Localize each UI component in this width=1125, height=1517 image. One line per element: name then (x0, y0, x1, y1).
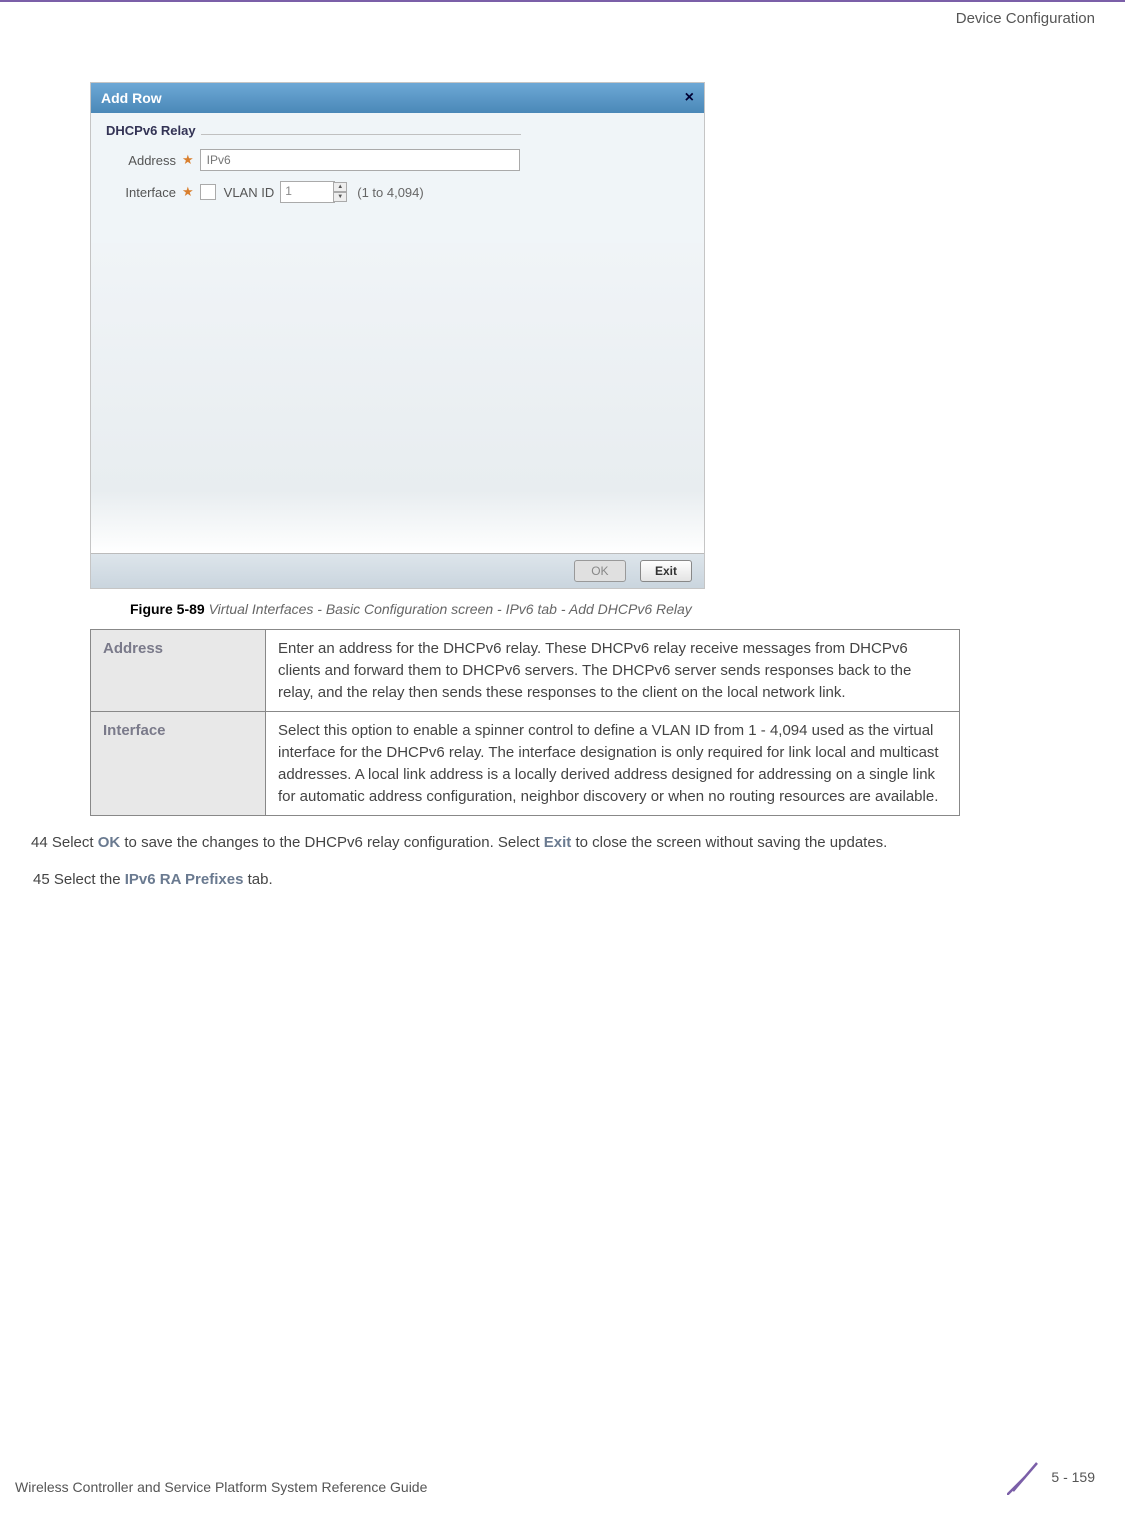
page-content: Add Row × DHCPv6 Relay Address ★ Interfa… (0, 27, 1125, 921)
step-44: 44 Select OK to save the changes to the … (30, 832, 1065, 855)
exit-keyword: Exit (544, 834, 572, 851)
modal-header: Add Row × (91, 83, 704, 113)
ok-button[interactable]: OK (574, 560, 625, 582)
page-number: 5 - 159 (1051, 1469, 1095, 1485)
ipv6-ra-prefixes-keyword: IPv6 RA Prefixes (125, 871, 244, 888)
step-44-pre: 44 Select (31, 834, 98, 851)
interface-checkbox[interactable] (200, 184, 216, 200)
modal-spacer (91, 243, 704, 553)
page-number-block: 5 - 159 (1007, 1459, 1095, 1495)
row-interface: Interface ★ VLAN ID 1 ▲ ▼ (1 to 4,094) (106, 181, 689, 203)
step-45: 45 Select the IPv6 RA Prefixes tab. (30, 869, 1065, 892)
address-label: Address (106, 153, 176, 168)
vlan-spinner[interactable]: ▲ ▼ (333, 182, 347, 202)
close-icon[interactable]: × (685, 89, 694, 107)
figure-description: Virtual Interfaces - Basic Configuration… (209, 601, 692, 617)
vlan-id-input[interactable]: 1 (280, 181, 335, 203)
param-desc-address: Enter an address for the DHCPv6 relay. T… (266, 630, 960, 712)
modal-add-row: Add Row × DHCPv6 Relay Address ★ Interfa… (90, 82, 705, 589)
table-row: Address Enter an address for the DHCPv6 … (91, 630, 960, 712)
required-star-icon: ★ (182, 152, 194, 168)
parameter-table: Address Enter an address for the DHCPv6 … (90, 629, 960, 816)
step-44-mid: to save the changes to the DHCPv6 relay … (120, 834, 544, 851)
param-name-address: Address (91, 630, 266, 712)
modal-title: Add Row (101, 90, 162, 106)
step-45-post: tab. (243, 871, 272, 888)
row-address: Address ★ (106, 149, 689, 171)
spinner-up-icon[interactable]: ▲ (333, 182, 347, 192)
exit-button[interactable]: Exit (640, 560, 692, 582)
header-section: Device Configuration (0, 2, 1125, 27)
table-row: Interface Select this option to enable a… (91, 712, 960, 816)
footer-guide-title: Wireless Controller and Service Platform… (15, 1479, 427, 1495)
ok-keyword: OK (98, 834, 121, 851)
modal-footer: OK Exit (91, 553, 704, 588)
param-name-interface: Interface (91, 712, 266, 816)
step-45-pre: 45 Select the (33, 871, 125, 888)
figure-caption: Figure 5-89 Virtual Interfaces - Basic C… (130, 601, 1095, 617)
figure-label: Figure 5-89 (130, 601, 205, 617)
page-footer: Wireless Controller and Service Platform… (0, 1459, 1125, 1495)
interface-label: Interface (106, 185, 176, 200)
address-input[interactable] (200, 149, 520, 171)
modal-body: DHCPv6 Relay Address ★ Interface ★ VLAN … (91, 113, 704, 243)
param-desc-interface: Select this option to enable a spinner c… (266, 712, 960, 816)
spinner-down-icon[interactable]: ▼ (333, 192, 347, 202)
step-44-post: to close the screen without saving the u… (571, 834, 887, 851)
vlan-range-hint: (1 to 4,094) (357, 185, 424, 200)
slash-icon (1007, 1459, 1043, 1495)
required-star-icon: ★ (182, 184, 194, 200)
vlan-id-label: VLAN ID (224, 185, 275, 200)
fieldset-legend: DHCPv6 Relay (106, 123, 689, 138)
